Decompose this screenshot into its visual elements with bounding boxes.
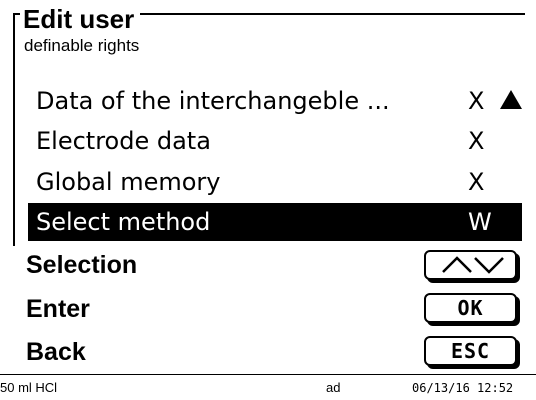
list-item-label: Electrode data [36, 127, 211, 155]
scroll-down-icon[interactable] [500, 213, 522, 232]
list-item-select-method[interactable]: Select method W [28, 203, 522, 241]
ok-button[interactable]: OK [424, 293, 517, 323]
list-item-value: X [468, 168, 485, 196]
softkey-label-enter: Enter [26, 295, 90, 323]
softkey-label-selection: Selection [26, 251, 138, 279]
list-item-label: Global memory [36, 168, 221, 196]
list-item-global-memory[interactable]: Global memory X [28, 163, 522, 201]
list-item-label: Data of the interchangeble ... [36, 87, 390, 115]
status-method: 50 ml HCl [0, 380, 58, 395]
page-subtitle: definable rights [24, 36, 140, 55]
list-item-value: W [468, 208, 492, 236]
list-item-electrode-data[interactable]: Electrode data X [28, 122, 522, 160]
list-item-interchangeable-data[interactable]: Data of the interchangeble ... X [28, 82, 522, 120]
scroll-up-icon[interactable] [500, 90, 522, 109]
page-title: Edit user [20, 4, 141, 34]
status-user: ad [326, 380, 341, 395]
status-divider [0, 374, 536, 375]
up-down-arrows-icon [441, 256, 504, 274]
status-datetime: 06/13/16 12:52 [412, 381, 514, 395]
list-item-label: Select method [36, 208, 211, 236]
list-item-value: X [468, 87, 485, 115]
esc-button[interactable]: ESC [424, 336, 517, 366]
softkey-label-back: Back [26, 338, 86, 366]
selection-button[interactable] [424, 250, 517, 280]
list-item-value: X [468, 127, 485, 155]
